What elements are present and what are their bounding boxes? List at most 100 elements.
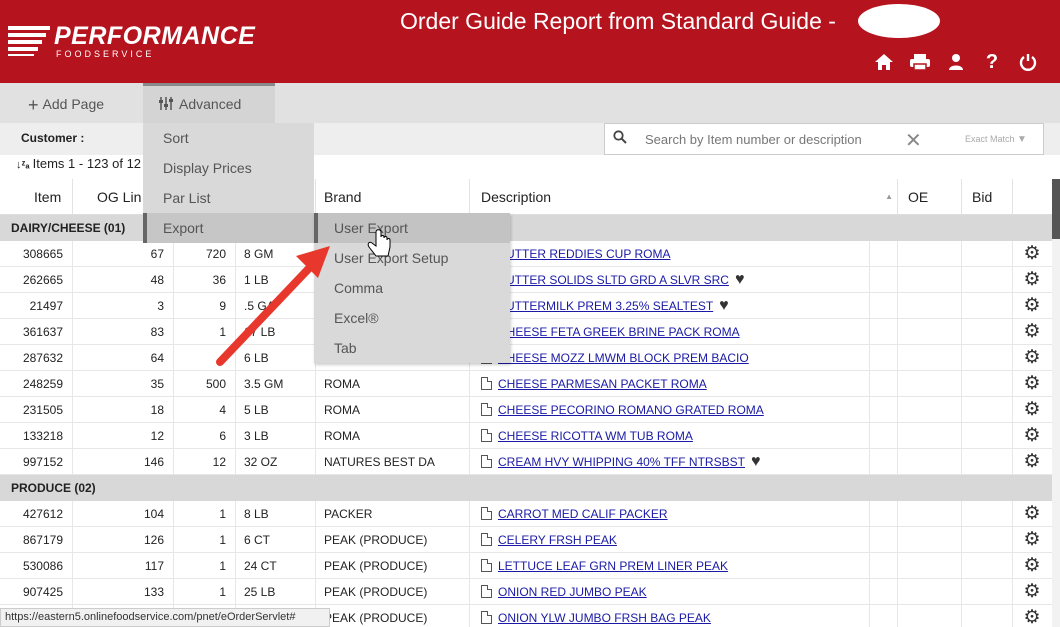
cell-bid[interactable] [962,241,1013,267]
menu-item-user-export[interactable]: User Export [314,213,510,243]
item-description-link[interactable]: CHEESE FETA GREEK BRINE PACK ROMA [498,325,740,339]
cell-bid[interactable] [962,449,1013,475]
pdf-icon[interactable] [481,377,492,390]
cell-oe[interactable] [898,553,962,579]
item-description-link[interactable]: CHEESE MOZZ LMWM BLOCK PREM BACIO [498,351,749,365]
pdf-icon[interactable] [481,455,492,468]
item-description-link[interactable]: ONION YLW JUMBO FRSH BAG PEAK [498,611,711,625]
pdf-icon[interactable] [481,533,492,546]
favorite-heart-icon[interactable]: ♥ [751,453,761,470]
table-row[interactable]: 997152 146 12 32 OZ NATURES BEST DA CREAM HVY… [0,449,1052,475]
column-header-brand[interactable]: Brand [316,179,470,215]
item-description-link[interactable]: LETTUCE LEAF GRN PREM LINER PEAK [498,559,728,573]
item-description-link[interactable]: CHEESE PECORINO ROMANO GRATED ROMA [498,403,764,417]
gear-icon[interactable]: ⚙ [1022,296,1042,316]
cell-bid[interactable] [962,423,1013,449]
gear-icon[interactable]: ⚙ [1022,348,1042,368]
column-header-oe[interactable]: OE [898,179,962,215]
table-row[interactable]: 21497 3 9.5 GA BUTTERMILK PREM 3.25% SEALTE… [0,293,1052,319]
item-description-link[interactable]: BUTTERMILK PREM 3.25% SEALTEST [498,299,713,313]
cell-oe[interactable] [898,579,962,605]
item-description-link[interactable]: CHEESE RICOTTA WM TUB ROMA [498,429,693,443]
gear-icon[interactable]: ⚙ [1022,322,1042,342]
search-icon[interactable] [613,130,627,144]
item-description-link[interactable]: BUTTER REDDIES CUP ROMA [498,247,670,261]
menu-item-par-list[interactable]: Par List [143,183,314,213]
column-header-item[interactable]: Item [0,179,73,215]
cell-oe[interactable] [898,241,962,267]
table-row[interactable]: 907425 133 1 25 LB PEAK (PRODUCE) ONION RED J… [0,579,1052,605]
item-description-link[interactable]: ONION RED JUMBO PEAK [498,585,647,599]
menu-item-display-prices[interactable]: Display Prices [143,153,314,183]
cell-bid[interactable] [962,527,1013,553]
cell-bid[interactable] [962,293,1013,319]
clear-search-icon[interactable]: ✕ [905,128,922,153]
home-icon[interactable] [866,50,902,74]
item-description-link[interactable]: CELERY FRSH PEAK [498,533,617,547]
favorite-heart-icon[interactable]: ♥ [735,271,745,288]
cell-bid[interactable] [962,501,1013,527]
menu-item-user-export-setup[interactable]: User Export Setup [314,243,510,273]
table-row[interactable]: 530086 117 1 24 CT PEAK (PRODUCE) LETTUCE LEA… [0,553,1052,579]
table-row[interactable]: 287632 64 6 LB CHEESE MOZZ LMWM BLOCK PREM … [0,345,1052,371]
table-row[interactable]: 231505 18 4 5 LB ROMA CHEESE PECORINO ROMANO … [0,397,1052,423]
gear-icon[interactable]: ⚙ [1022,244,1042,264]
gear-icon[interactable]: ⚙ [1022,270,1042,290]
item-description-link[interactable]: CREAM HVY WHIPPING 40% TFF NTRSBST [498,455,745,469]
table-row[interactable]: 427612 104 1 8 LB PACKER CARROT MED CALIF PAC… [0,501,1052,527]
company-logo[interactable]: PERFORMANCE FOODSERVICE [8,22,255,62]
gear-icon[interactable]: ⚙ [1022,426,1042,446]
cell-bid[interactable] [962,267,1013,293]
vertical-scrollbar[interactable] [1052,179,1060,627]
gear-icon[interactable]: ⚙ [1022,582,1042,602]
menu-item-comma[interactable]: Comma [314,273,510,303]
cell-bid[interactable] [962,605,1013,627]
user-icon[interactable] [938,50,974,74]
table-row[interactable]: 867179 126 1 6 CT PEAK (PRODUCE) CELERY FRSH … [0,527,1052,553]
cell-oe[interactable] [898,371,962,397]
cell-oe[interactable] [898,605,962,627]
menu-item-excel[interactable]: Excel® [314,303,510,333]
menu-item-tab[interactable]: Tab [314,333,510,363]
gear-icon[interactable]: ⚙ [1022,374,1042,394]
item-description-link[interactable]: CARROT MED CALIF PACKER [498,507,668,521]
help-icon[interactable]: ? [974,50,1010,74]
pdf-icon[interactable] [481,559,492,572]
gear-icon[interactable]: ⚙ [1022,556,1042,576]
column-header-description[interactable]: Description ▲ [470,179,898,215]
search-input[interactable] [645,128,895,150]
table-row[interactable]: 133218 12 6 3 LB ROMA CHEESE RICOTTA WM TUB R… [0,423,1052,449]
add-page-button[interactable]: + Add Page [28,95,104,116]
cell-bid[interactable] [962,319,1013,345]
gear-icon[interactable]: ⚙ [1022,504,1042,524]
gear-icon[interactable]: ⚙ [1022,400,1042,420]
pdf-icon[interactable] [481,585,492,598]
gear-icon[interactable]: ⚙ [1022,608,1042,627]
cell-bid[interactable] [962,371,1013,397]
cell-oe[interactable] [898,397,962,423]
cell-oe[interactable] [898,345,962,371]
exact-match-dropdown[interactable]: Exact Match ▼ [965,134,1027,145]
pdf-icon[interactable] [481,611,492,624]
gear-icon[interactable]: ⚙ [1022,530,1042,550]
scrollbar-thumb[interactable] [1052,179,1060,239]
print-icon[interactable] [902,50,938,74]
cell-bid[interactable] [962,553,1013,579]
table-row[interactable]: 248259 35 500 3.5 GM ROMA CHEESE PARMESAN PAC… [0,371,1052,397]
cell-bid[interactable] [962,345,1013,371]
cell-oe[interactable] [898,319,962,345]
table-row[interactable]: 361637 83 1 17 LB CHEESE FETA GREEK BRINE PA… [0,319,1052,345]
item-description-link[interactable]: CHEESE PARMESAN PACKET ROMA [498,377,707,391]
cell-bid[interactable] [962,579,1013,605]
cell-oe[interactable] [898,501,962,527]
advanced-tab[interactable]: Advanced [143,83,275,123]
pdf-icon[interactable] [481,507,492,520]
pdf-icon[interactable] [481,429,492,442]
table-row[interactable]: 308665 67 720 8 GM BUTTER REDDIES CUP ROMA ⚙ [0,241,1052,267]
gear-icon[interactable]: ⚙ [1022,452,1042,472]
sort-az-icon[interactable]: ↓ᶻₐ [16,159,30,171]
table-row[interactable]: 262665 48 36 1 LB BUTTER SOLIDS SLTD GRD A S… [0,267,1052,293]
cell-oe[interactable] [898,449,962,475]
favorite-heart-icon[interactable]: ♥ [719,297,729,314]
column-header-bid[interactable]: Bid [962,179,1013,215]
